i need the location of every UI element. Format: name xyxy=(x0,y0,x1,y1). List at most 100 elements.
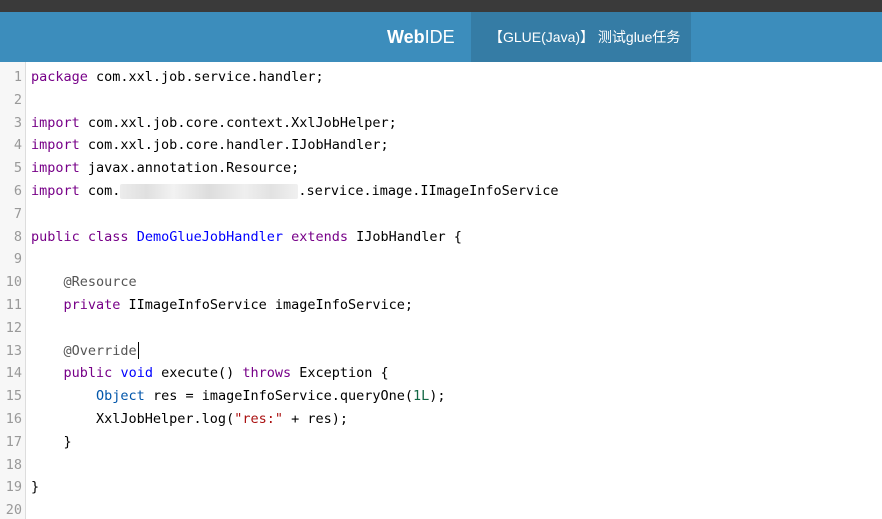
code-token: IJobHandler { xyxy=(348,228,462,245)
code-token: ); xyxy=(429,388,446,405)
line-number: 18 xyxy=(5,456,22,473)
code-token: com.xxl.job.service.handler; xyxy=(87,69,324,85)
code-token: } xyxy=(31,479,40,496)
glue-task-title-tab[interactable]: 【GLUE(Java)】 测试glue任务 xyxy=(471,12,691,62)
redacted-package-path xyxy=(120,183,299,199)
code-text: } xyxy=(31,431,72,454)
code-token: execute() xyxy=(152,365,243,382)
brand-rest-text: IDE xyxy=(424,27,455,47)
code-token: Object xyxy=(96,388,145,405)
code-text: package com.xxl.job.service.handler; xyxy=(31,66,324,89)
code-token: import xyxy=(31,183,80,199)
code-line[interactable]: 13 @Override xyxy=(0,340,882,363)
code-token: XxlJobHelper.log( xyxy=(31,411,235,427)
line-number: 9 xyxy=(13,251,22,268)
code-line[interactable]: 14 public void execute() throws Exceptio… xyxy=(0,362,882,385)
code-line[interactable]: 5 import javax.annotation.Resource; xyxy=(0,157,882,180)
code-token: import xyxy=(31,160,80,177)
code-token: 1L xyxy=(413,388,430,405)
code-line[interactable]: 17 } xyxy=(0,431,882,454)
line-number: 13 xyxy=(5,342,22,359)
line-number: 14 xyxy=(5,365,22,382)
line-number: 1 xyxy=(13,69,22,85)
code-line[interactable]: 8 public class DemoGlueJobHandler extends… xyxy=(0,226,882,249)
code-token: javax.annotation.Resource; xyxy=(79,160,300,177)
window-top-bar xyxy=(0,0,882,12)
code-token: throws xyxy=(242,365,292,382)
code-text: private IImageInfoService imageInfoServi… xyxy=(31,294,414,317)
code-token: @Override xyxy=(63,342,137,359)
code-token: com.xxl.job.core.context.XxlJobHelper; xyxy=(79,114,397,131)
line-number: 11 xyxy=(5,297,22,313)
brand-bold-text: Web xyxy=(387,27,425,47)
code-token: void xyxy=(120,365,153,382)
code-line[interactable]: 11 private IImageInfoService imageInfoSe… xyxy=(0,294,882,317)
line-number: 17 xyxy=(5,433,22,450)
code-editor[interactable]: 1 package com.xxl.job.service.handler; 2 3 i… xyxy=(0,62,882,519)
code-line[interactable]: 9 xyxy=(0,248,882,271)
code-line[interactable]: 6 import com. .service.image.IImageInfoSer… xyxy=(0,180,882,203)
code-text: public void execute() throws Exception { xyxy=(31,362,389,385)
code-text: import javax.annotation.Resource; xyxy=(31,157,299,180)
code-text: public class DemoGlueJobHandler extends … xyxy=(31,226,462,249)
brand-logo[interactable]: WebIDE xyxy=(387,12,455,62)
code-token: + res); xyxy=(282,411,349,427)
code-text: Object res = imageInfoService.queryOne(1… xyxy=(31,385,446,408)
code-line[interactable]: 15 Object res = imageInfoService.queryOn… xyxy=(0,385,882,408)
line-number: 5 xyxy=(13,160,22,177)
code-token: import xyxy=(31,137,80,154)
line-number: 20 xyxy=(5,502,22,519)
code-token: public xyxy=(63,365,113,382)
code-text: import com.xxl.job.core.context.XxlJobHe… xyxy=(31,112,397,135)
code-line[interactable]: 4 import com.xxl.job.core.handler.IJobHan… xyxy=(0,134,882,157)
code-token: .service.image.IImageInfoService xyxy=(298,183,559,199)
webide-navbar: WebIDE 【GLUE(Java)】 测试glue任务 xyxy=(0,12,882,62)
line-number: 15 xyxy=(5,388,22,405)
code-token: extends xyxy=(291,228,349,245)
code-line[interactable]: 20 xyxy=(0,499,882,519)
code-line[interactable]: 7 xyxy=(0,203,882,226)
code-line[interactable]: 10 @Resource xyxy=(0,271,882,294)
text-cursor xyxy=(137,342,139,360)
code-text: @Override xyxy=(31,340,139,363)
code-token: DemoGlueJobHandler xyxy=(136,228,283,245)
code-token: @Resource xyxy=(63,274,137,291)
code-token: com. xyxy=(79,183,121,199)
code-line[interactable]: 2 xyxy=(0,89,882,112)
code-token: package xyxy=(31,69,88,85)
code-line[interactable]: 18 xyxy=(0,454,882,477)
line-number: 16 xyxy=(5,411,22,427)
code-token: res = imageInfoService.queryOne( xyxy=(144,388,414,405)
code-line[interactable]: 1 package com.xxl.job.service.handler; xyxy=(0,66,882,89)
code-token: IImageInfoService imageInfoService; xyxy=(120,297,414,313)
code-text: } xyxy=(31,476,39,499)
code-text: import com.xxl.job.core.handler.IJobHand… xyxy=(31,134,389,157)
code-line[interactable]: 12 xyxy=(0,317,882,340)
code-token: public class xyxy=(31,228,129,245)
code-line[interactable]: 16 XxlJobHelper.log("res:" + res); xyxy=(0,408,882,431)
code-token: com.xxl.job.core.handler.IJobHandler; xyxy=(79,137,389,154)
line-number: 4 xyxy=(13,137,22,154)
line-number: 10 xyxy=(5,274,22,291)
code-token: private xyxy=(63,297,121,313)
code-token: import xyxy=(31,114,80,131)
line-number: 2 xyxy=(13,91,22,108)
line-number: 19 xyxy=(5,479,22,496)
line-number: 12 xyxy=(5,319,22,336)
code-text: @Resource xyxy=(31,271,137,294)
line-number: 8 xyxy=(13,228,22,245)
line-number: 7 xyxy=(13,205,22,222)
code-token: Exception { xyxy=(291,365,389,382)
code-text: import com. .service.image.IImageInfoServ… xyxy=(31,180,559,203)
line-number: 3 xyxy=(13,114,22,131)
code-line[interactable]: 19} xyxy=(0,476,882,499)
code-token: } xyxy=(31,433,72,450)
code-line[interactable]: 3 import com.xxl.job.core.context.XxlJobH… xyxy=(0,112,882,135)
line-number: 6 xyxy=(13,183,22,199)
